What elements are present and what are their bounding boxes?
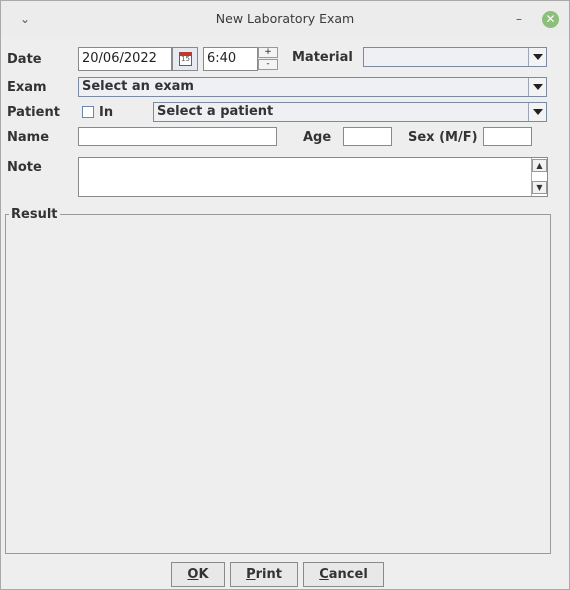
window-title: New Laboratory Exam <box>215 11 355 26</box>
in-checkbox[interactable] <box>82 106 94 118</box>
ok-label-rest: K <box>198 567 209 582</box>
name-label: Name <box>7 130 50 145</box>
calendar-button[interactable]: 15 <box>172 47 198 71</box>
sex-label: Sex (M/F) <box>408 130 478 145</box>
patient-dropdown-arrow-icon[interactable] <box>528 103 546 121</box>
date-field[interactable]: 20/06/2022 <box>78 47 172 71</box>
close-icon[interactable]: ✕ <box>542 11 559 28</box>
time-decrement-button[interactable]: - <box>258 59 278 70</box>
date-label: Date <box>7 52 42 67</box>
note-label: Note <box>7 160 42 175</box>
minimize-icon[interactable]: – <box>510 10 528 28</box>
patient-selected-value: Select a patient <box>157 104 274 119</box>
patient-label: Patient <box>7 105 60 120</box>
age-label: Age <box>303 130 332 145</box>
time-increment-button[interactable]: + <box>258 47 278 58</box>
name-field[interactable] <box>78 127 277 146</box>
material-combobox[interactable] <box>363 47 547 67</box>
calendar-icon: 15 <box>179 52 192 66</box>
title-bar: ⌄ New Laboratory Exam – ✕ <box>1 1 569 37</box>
patient-combobox[interactable]: Select a patient <box>153 102 547 122</box>
exam-combobox[interactable]: Select an exam <box>78 77 547 97</box>
sex-field[interactable] <box>483 127 532 146</box>
time-field[interactable]: 6:40 <box>203 47 258 71</box>
note-textarea[interactable] <box>78 157 548 197</box>
exam-label: Exam <box>7 80 47 95</box>
material-label: Material <box>292 50 353 65</box>
material-dropdown-arrow-icon[interactable] <box>528 48 546 66</box>
cancel-button[interactable]: Cancel <box>303 562 384 587</box>
note-scrollbar[interactable]: ▲ ▼ <box>531 158 548 196</box>
scroll-up-icon[interactable]: ▲ <box>532 159 547 172</box>
dialog-window: ⌄ New Laboratory Exam – ✕ Date 20/06/202… <box>0 0 570 590</box>
result-panel-title: Result <box>9 207 60 222</box>
exam-selected-value: Select an exam <box>82 79 194 94</box>
print-mnemonic: P <box>246 567 256 582</box>
age-field[interactable] <box>343 127 392 146</box>
scroll-down-icon[interactable]: ▼ <box>532 181 547 194</box>
ok-mnemonic: O <box>187 567 199 582</box>
cancel-mnemonic: C <box>319 567 329 582</box>
result-panel <box>5 214 551 554</box>
print-label-rest: rint <box>255 567 282 582</box>
in-checkbox-label: In <box>99 105 114 120</box>
ok-button[interactable]: OK <box>171 562 225 587</box>
print-button[interactable]: Print <box>230 562 298 587</box>
exam-dropdown-arrow-icon[interactable] <box>528 78 546 96</box>
cancel-label-rest: ancel <box>328 567 368 582</box>
